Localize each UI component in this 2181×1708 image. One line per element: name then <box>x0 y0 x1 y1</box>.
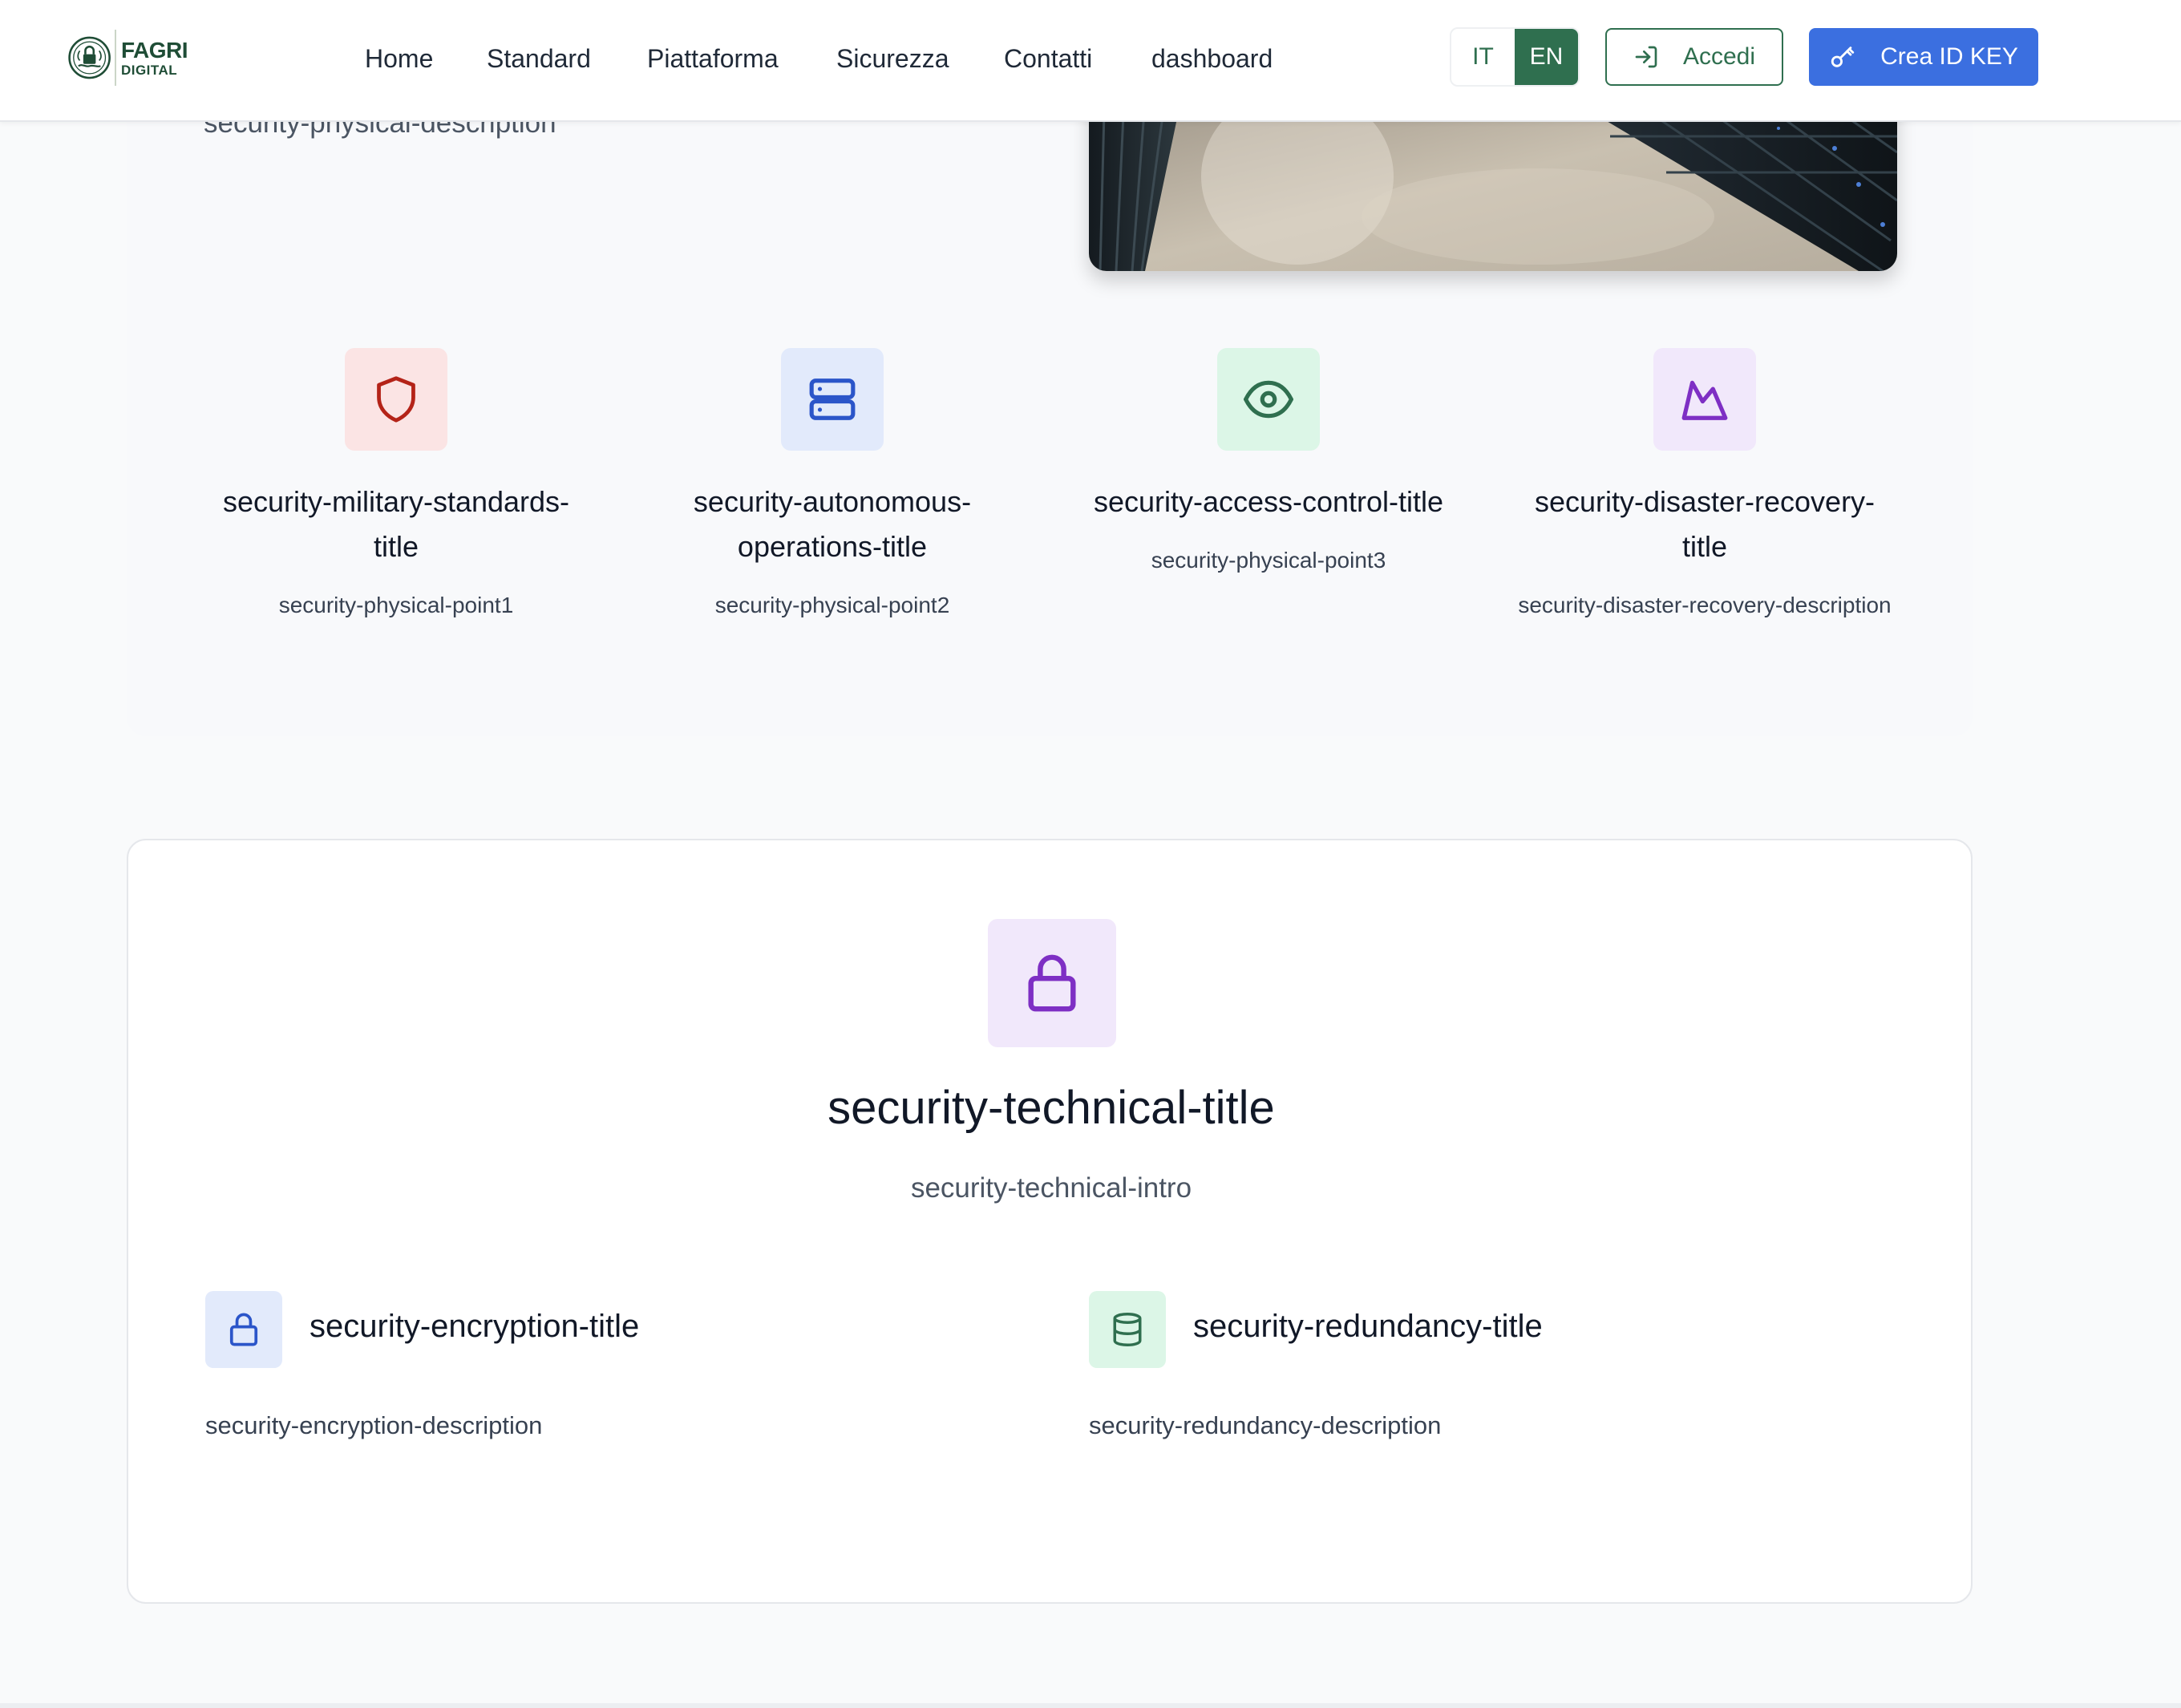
mountain-icon <box>1653 348 1756 451</box>
feature-autonomous-operations: security-autonomous-operations-title sec… <box>640 348 1025 624</box>
create-id-key-button[interactable]: Crea ID KEY <box>1809 28 2038 86</box>
feature-description: security-disaster-recovery-description <box>1518 593 1892 617</box>
nav-standard[interactable]: Standard <box>487 38 591 79</box>
feature-title: security-disaster-recovery-title <box>1534 485 1875 563</box>
footer-edge <box>0 1703 2181 1708</box>
login-button[interactable]: Accedi <box>1605 28 1783 86</box>
language-switcher: IT EN <box>1450 27 1580 87</box>
lang-en-button[interactable]: EN <box>1515 29 1578 85</box>
feature-description: security-physical-point3 <box>1151 548 1386 573</box>
shield-icon <box>345 348 447 451</box>
nav-contatti[interactable]: Contatti <box>1004 38 1092 79</box>
database-icon <box>1089 1291 1166 1368</box>
technical-title: security-technical-title <box>827 1082 1275 1134</box>
logo-emblem-icon <box>68 36 111 79</box>
redundancy-title: security-redundancy-title <box>1193 1309 1543 1344</box>
feature-title: security-military-standards-title <box>222 485 570 563</box>
encryption-title: security-encryption-title <box>310 1309 640 1344</box>
technical-security-section: security-technical-title security-techni… <box>127 839 1973 1604</box>
log-in-icon <box>1635 46 1657 68</box>
feature-access-control: security-access-control-title security-p… <box>1076 348 1461 579</box>
feature-military-standards: security-military-standards-title securi… <box>204 348 589 624</box>
lock-icon <box>988 919 1116 1047</box>
key-icon <box>1831 47 1855 67</box>
server-icon <box>781 348 884 451</box>
logo-text-line1: FAGRI <box>120 37 188 63</box>
lock-icon <box>205 1291 282 1368</box>
feature-title: security-autonomous-operations-title <box>693 485 972 563</box>
logo-text-line2: DIGITAL <box>120 62 178 78</box>
nav-piattaforma[interactable]: Piattaforma <box>647 38 779 79</box>
site-header: FAGRI DIGITAL Home Standard Piattaforma … <box>0 0 2181 122</box>
nav-home[interactable]: Home <box>365 38 433 79</box>
eye-icon <box>1217 348 1320 451</box>
nav-dashboard[interactable]: dashboard <box>1151 38 1273 79</box>
feature-title: security-access-control-title <box>1093 485 1444 518</box>
login-label: Accedi <box>1682 43 1756 70</box>
lang-it-button[interactable]: IT <box>1451 29 1515 85</box>
feature-description: security-physical-point2 <box>714 593 950 617</box>
encryption-description: security-encryption-description <box>205 1411 543 1439</box>
feature-description: security-physical-point1 <box>278 593 514 617</box>
technical-intro: security-technical-intro <box>910 1172 1192 1204</box>
brand-logo[interactable]: FAGRI DIGITAL <box>67 27 188 88</box>
redundancy-description: security-redundancy-description <box>1089 1411 1442 1439</box>
feature-disaster-recovery: security-disaster-recovery-title securit… <box>1512 348 1897 624</box>
nav-sicurezza[interactable]: Sicurezza <box>836 38 949 79</box>
create-id-key-label: Crea ID KEY <box>1880 43 2018 70</box>
